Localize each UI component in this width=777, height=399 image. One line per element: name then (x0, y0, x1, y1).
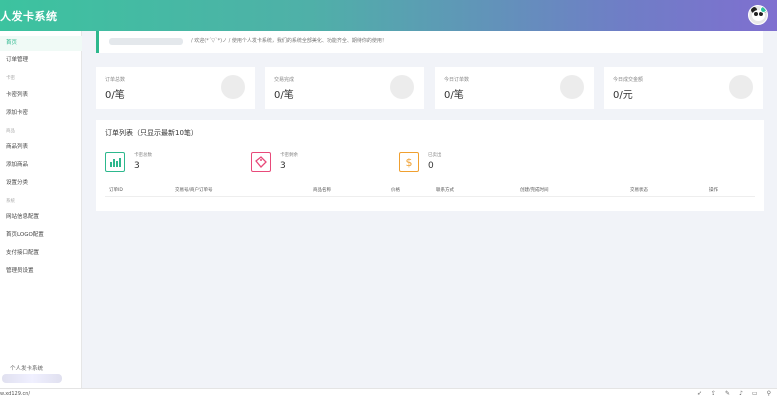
orders-table-header: 订单ID 交易号/商户订单号 商品名称 价格 联系方式 创建/完成时间 交易状态… (105, 183, 755, 197)
rocket-icon[interactable]: ➶ (697, 390, 702, 397)
orders-panel-title: 订单列表（只显示最新10笔） (105, 129, 198, 137)
sidebar-item-admin-settings[interactable]: 管理员设置 (0, 264, 82, 279)
sidebar-item-orders[interactable]: 订单管理 (0, 53, 82, 68)
edit-icon[interactable]: ✎ (725, 390, 730, 397)
mini-stat-value: 3 (280, 161, 286, 171)
sidebar-item-goods-list[interactable]: 商品列表 (0, 140, 82, 155)
share-icon[interactable]: ⇪ (711, 390, 716, 397)
stat-label: 交易完成 (274, 77, 295, 83)
column-header-actions[interactable]: 操作 (709, 187, 718, 193)
dollar-icon: $ (399, 152, 419, 172)
tag-icon (251, 152, 271, 172)
volume-icon[interactable]: ♪ (739, 390, 743, 397)
column-header-goods-name[interactable]: 商品名称 (313, 187, 331, 193)
column-header-status[interactable]: 交易状态 (630, 187, 648, 193)
welcome-banner: / 欢迎(*´▽`*)ノ / 使用个人发卡系统，我们的系统全部美化、功能齐全、期… (96, 31, 763, 53)
sidebar-item-add-card[interactable]: 添加卡密 (0, 106, 82, 121)
mini-stat-value: 0 (428, 161, 434, 171)
stat-label: 今日成交金额 (613, 77, 644, 83)
orders-panel: 订单列表（只显示最新10笔） 卡密总数 3 卡密剩余 3 $ 已卖出 0 订单I… (96, 120, 764, 211)
sidebar-item-site-config[interactable]: 网站信息配置 (0, 210, 82, 225)
stat-card-total-orders: 订单总数 0/笔 (96, 67, 255, 109)
welcome-blurred-name (109, 38, 183, 45)
column-header-trade-no[interactable]: 交易号/商户订单号 (175, 187, 213, 193)
stat-card-completed: 交易完成 0/笔 (265, 67, 424, 109)
column-header-contact[interactable]: 联系方式 (436, 187, 454, 193)
sidebar-item-card-list[interactable]: 卡密列表 (0, 88, 82, 103)
browser-status-bar: w.xd129.cn/ ➶ ⇪ ✎ ♪ ▭ ⚲ (0, 388, 777, 399)
sidebar-footer-text: 个人发卡系统 (10, 366, 44, 372)
svg-text:$: $ (406, 156, 413, 169)
search-icon[interactable]: ⚲ (767, 390, 771, 397)
welcome-text: / 欢迎(*´▽`*)ノ / 使用个人发卡系统，我们的系统全部美化、功能齐全、期… (191, 38, 387, 44)
bar-chart-icon (105, 152, 125, 172)
stat-card-today-revenue: 今日成交金额 0/元 (604, 67, 763, 109)
stat-circle-icon (729, 75, 753, 99)
mini-stat-label: 卡密剩余 (280, 153, 298, 158)
window-icon[interactable]: ▭ (752, 390, 758, 397)
sidebar-item-categories[interactable]: 设置分类 (0, 176, 82, 191)
status-icons: ➶ ⇪ ✎ ♪ ▭ ⚲ (697, 390, 771, 397)
top-navbar: 人发卡系统 (0, 0, 777, 31)
stat-value: 0/笔 (274, 90, 294, 101)
sidebar-group-cards: 卡密 (6, 76, 15, 81)
mini-stat-label: 卡密总数 (134, 153, 152, 158)
mini-stat-sold: $ 已卖出 0 (399, 152, 519, 176)
column-header-time[interactable]: 创建/完成时间 (520, 187, 549, 193)
sidebar: 首页 订单管理 卡密 卡密列表 添加卡密 商品 商品列表 添加商品 设置分类 系… (0, 31, 82, 388)
user-avatar[interactable] (748, 5, 768, 25)
sidebar-group-system: 系统 (6, 199, 15, 204)
stat-value: 0/笔 (444, 90, 464, 101)
avatar-eye-left (754, 12, 758, 16)
sidebar-footer-blur (2, 374, 62, 383)
sidebar-item-logo-config[interactable]: 首页LOGO配置 (0, 228, 82, 243)
status-url: w.xd129.cn/ (0, 391, 31, 397)
stat-value: 0/元 (613, 90, 633, 101)
online-badge (760, 6, 767, 13)
column-header-price[interactable]: 价格 (391, 187, 400, 193)
mini-stat-value: 3 (134, 161, 140, 171)
stat-circle-icon (560, 75, 584, 99)
stat-label: 今日订单数 (444, 77, 470, 83)
stat-circle-icon (221, 75, 245, 99)
stat-circle-icon (390, 75, 414, 99)
mini-stat-label: 已卖出 (428, 153, 442, 158)
sidebar-item-payment-config[interactable]: 支付接口配置 (0, 246, 82, 261)
stat-label: 订单总数 (105, 77, 126, 83)
column-header-order-id[interactable]: 订单ID (109, 187, 123, 193)
mini-stat-remaining-cards: 卡密剩余 3 (251, 152, 371, 176)
sidebar-group-goods: 商品 (6, 129, 15, 134)
stat-card-today-orders: 今日订单数 0/笔 (435, 67, 594, 109)
stat-value: 0/笔 (105, 90, 125, 101)
app-title[interactable]: 人发卡系统 (0, 8, 58, 24)
sidebar-item-add-goods[interactable]: 添加商品 (0, 158, 82, 173)
sidebar-item-home[interactable]: 首页 (0, 36, 82, 51)
mini-stat-total-cards: 卡密总数 3 (105, 152, 225, 176)
